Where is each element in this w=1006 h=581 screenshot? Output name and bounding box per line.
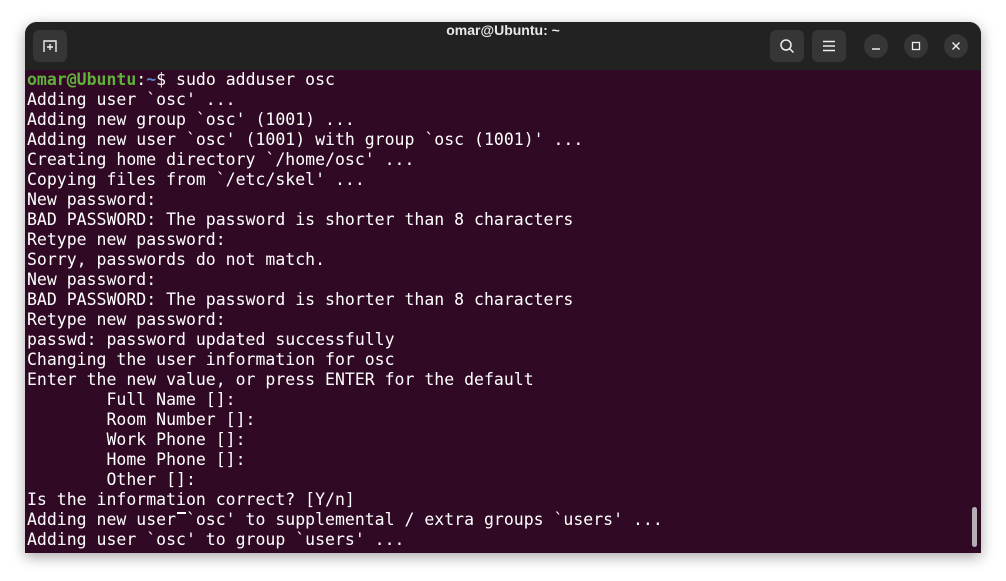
menu-button[interactable] [812, 30, 846, 62]
output-line: Home Phone []: [27, 450, 246, 469]
output-line: Adding new user `osc' (1001) with group … [27, 130, 584, 149]
output-line: Retype new password: [27, 310, 226, 329]
output-line: Work Phone []: [27, 430, 246, 449]
maximize-icon [911, 41, 921, 51]
prompt-user: omar@Ubuntu [27, 70, 137, 89]
command-text: sudo adduser osc [176, 70, 335, 89]
output-line: Adding new group `osc' (1001) ... [27, 110, 355, 129]
output-line: Is the information correct? [Y/n] [27, 490, 355, 509]
output-line: passwd: password updated successfully [27, 330, 395, 349]
terminal-window: omar@Ubuntu: ~ omar@Ubuntu:~$ sudo addus… [25, 22, 981, 553]
terminal-output[interactable]: omar@Ubuntu:~$ sudo adduser osc Adding us… [27, 70, 981, 553]
title-bar: omar@Ubuntu: ~ [25, 22, 981, 70]
output-line: Retype new password: [27, 230, 226, 249]
minimize-button[interactable] [864, 34, 888, 58]
scrollbar[interactable] [972, 507, 977, 547]
search-button[interactable] [770, 30, 804, 62]
output-line: Other []: [27, 470, 196, 489]
output-line: Adding user `osc' ... [27, 90, 236, 109]
text-cursor [177, 512, 186, 514]
output-line: Room Number []: [27, 410, 256, 429]
output-line: Copying files from `/etc/skel' ... [27, 170, 365, 189]
prompt-path: ~ [146, 70, 157, 89]
search-icon [780, 39, 795, 54]
output-line: New password: [27, 190, 157, 209]
output-line: Adding new user `osc' to supplemental / … [27, 510, 663, 529]
output-line: Sorry, passwords do not match. [27, 250, 326, 269]
prompt-symbol: $ [156, 70, 177, 89]
output-line: New password: [27, 270, 157, 289]
minimize-icon [872, 48, 880, 50]
new-tab-icon [43, 40, 57, 52]
output-line: Changing the user information for osc [27, 350, 395, 369]
prompt-separator: : [136, 70, 147, 89]
output-line: Adding user `osc' to group `users' ... [27, 530, 405, 549]
prompt-line: omar@Ubuntu:~$ sudo adduser osc [27, 70, 981, 90]
close-button[interactable] [944, 34, 968, 58]
output-line: BAD PASSWORD: The password is shorter th… [27, 210, 574, 229]
close-icon [952, 42, 960, 50]
output-line: BAD PASSWORD: The password is shorter th… [27, 290, 574, 309]
new-tab-button[interactable] [33, 30, 67, 62]
hamburger-menu-icon [823, 40, 835, 52]
output-line: Full Name []: [27, 390, 236, 409]
maximize-button[interactable] [904, 34, 928, 58]
output-line: Creating home directory `/home/osc' ... [27, 150, 415, 169]
output-line: Enter the new value, or press ENTER for … [27, 370, 534, 389]
